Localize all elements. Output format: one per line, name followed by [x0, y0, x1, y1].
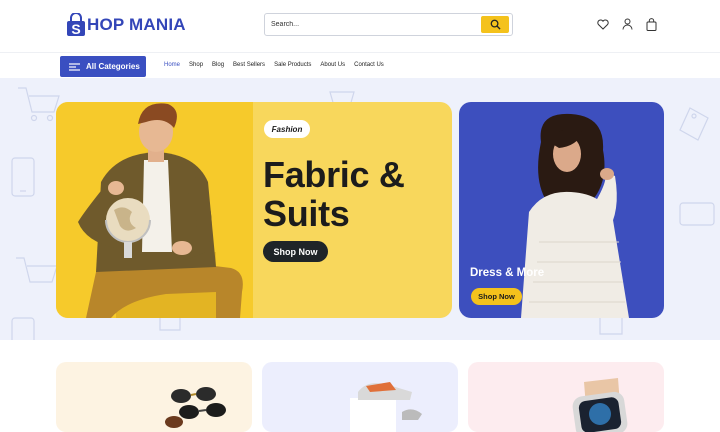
svg-text:S: S [71, 21, 80, 37]
all-categories-label: All Categories [86, 62, 140, 71]
search-input[interactable] [271, 17, 471, 32]
category-card-sunglasses[interactable] [56, 362, 252, 432]
hero-headline: Fabric & Suits [263, 155, 405, 233]
fashion-tag: Fashion [264, 120, 310, 138]
all-categories-button[interactable]: All Categories [60, 56, 146, 77]
search-bar [264, 13, 513, 36]
search-icon [490, 19, 501, 30]
nav-links: Home Shop Blog Best Sellers Sale Product… [164, 62, 384, 68]
category-card-sneakers[interactable] [262, 362, 458, 432]
nav-link-about-us[interactable]: About Us [320, 62, 345, 68]
shopping-bag-icon[interactable] [645, 17, 657, 31]
woman-in-white-dress-image [521, 113, 629, 318]
side-shop-now-button[interactable]: Shop Now [471, 288, 522, 305]
nav-link-blog[interactable]: Blog [212, 62, 224, 68]
shopping-bag-logo-icon: S [67, 13, 85, 37]
header-actions [597, 17, 657, 31]
nav-link-sale-products[interactable]: Sale Products [274, 62, 311, 68]
side-hero-banner[interactable]: Dress & More Shop Now [459, 102, 664, 318]
heart-icon[interactable] [597, 17, 609, 31]
main-nav: All Categories Home Shop Blog Best Selle… [0, 52, 720, 78]
nav-link-contact-us[interactable]: Contact Us [354, 62, 384, 68]
nav-link-shop[interactable]: Shop [189, 62, 203, 68]
side-banner-title: Dress & More [470, 267, 545, 279]
smartwatch-image [572, 378, 628, 432]
user-icon[interactable] [621, 17, 633, 31]
category-cards [0, 340, 720, 432]
search-button[interactable] [481, 16, 509, 33]
hero-headline-line1: Fabric & [263, 154, 405, 195]
man-with-globe-image [78, 103, 243, 318]
hero-section: Fashion Fabric & Suits Shop Now Dress & … [0, 78, 720, 340]
main-hero-banner[interactable]: Fashion Fabric & Suits Shop Now [56, 102, 452, 318]
logo[interactable]: S HOP MANIA [66, 11, 186, 39]
header: S HOP MANIA [0, 0, 720, 52]
hero-headline-line2: Suits [263, 193, 350, 234]
category-card-smartwatch[interactable] [468, 362, 664, 432]
logo-text: HOP MANIA [87, 15, 186, 34]
menu-icon [69, 62, 80, 71]
sneakers-image [350, 382, 422, 432]
nav-link-home[interactable]: Home [164, 62, 180, 68]
sunglasses-image [165, 387, 226, 428]
nav-link-best-sellers[interactable]: Best Sellers [233, 62, 265, 68]
hero-shop-now-button[interactable]: Shop Now [263, 241, 328, 262]
